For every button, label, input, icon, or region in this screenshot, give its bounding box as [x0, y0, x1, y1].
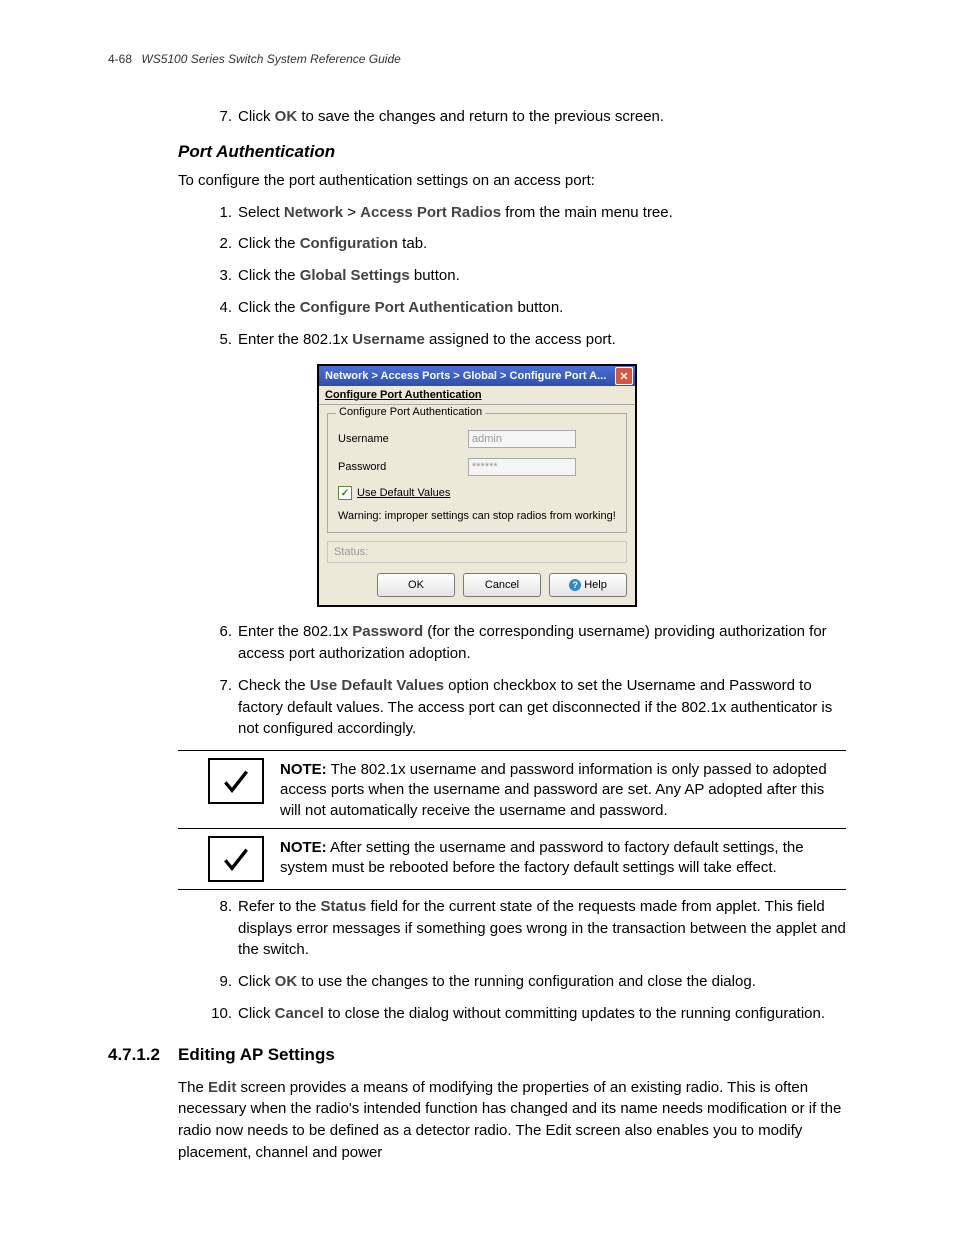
note-block: NOTE: After setting the username and pas…	[178, 829, 846, 889]
list-item: 8.Refer to the Status field for the curr…	[208, 896, 846, 961]
fieldset-legend: Configure Port Authentication	[336, 406, 485, 418]
port-auth-intro: To configure the port authentication set…	[178, 170, 846, 192]
password-label: Password	[338, 461, 468, 473]
list-item: 4.Click the Configure Port Authenticatio…	[208, 297, 846, 319]
list-item: 2.Click the Configuration tab.	[208, 233, 846, 255]
port-auth-heading: Port Authentication	[178, 142, 846, 162]
status-field: Status:	[327, 541, 627, 563]
help-icon: ?	[569, 579, 581, 591]
fieldset: Configure Port Authentication Username P…	[327, 413, 627, 533]
list-item: 7. Click OK to save the changes and retu…	[208, 106, 846, 128]
close-icon[interactable]: ✕	[615, 367, 633, 385]
checkmark-icon	[208, 836, 264, 882]
default-values-checkbox[interactable]: ✓ Use Default Values	[338, 486, 616, 500]
checkbox-icon: ✓	[338, 486, 352, 500]
dialog-subtitle: Configure Port Authentication	[319, 386, 635, 405]
checkmark-icon	[208, 758, 264, 804]
list-item: 10.Click Cancel to close the dialog with…	[208, 1003, 846, 1025]
doc-title: WS5100 Series Switch System Reference Gu…	[141, 52, 400, 66]
list-item: 7.Check the Use Default Values option ch…	[208, 675, 846, 740]
page-header: 4-68 WS5100 Series Switch System Referen…	[108, 52, 846, 66]
list-item: 6.Enter the 802.1x Password (for the cor…	[208, 621, 846, 665]
section-para: The Edit screen provides a means of modi…	[178, 1077, 846, 1164]
dialog-titlebar: Network > Access Ports > Global > Config…	[319, 366, 635, 386]
help-button[interactable]: ? Help	[549, 573, 627, 597]
section-title: Editing AP Settings	[178, 1045, 335, 1065]
username-label: Username	[338, 433, 468, 445]
dialog-title-text: Network > Access Ports > Global > Config…	[325, 370, 606, 382]
list-item: 5.Enter the 802.1x Username assigned to …	[208, 329, 846, 351]
ok-button[interactable]: OK	[377, 573, 455, 597]
page-number: 4-68	[108, 52, 132, 66]
password-input[interactable]	[468, 458, 576, 476]
list-item: 3.Click the Global Settings button.	[208, 265, 846, 287]
list-item: 9.Click OK to use the changes to the run…	[208, 971, 846, 993]
warning-text: Warning: improper settings can stop radi…	[338, 510, 616, 522]
config-port-auth-dialog: Network > Access Ports > Global > Config…	[317, 364, 637, 607]
section-number: 4.7.1.2	[108, 1045, 178, 1065]
username-input[interactable]	[468, 430, 576, 448]
list-item: 1.Select Network > Access Port Radios fr…	[208, 202, 846, 224]
note-block: NOTE: The 802.1x username and password i…	[178, 751, 846, 828]
section-heading: 4.7.1.2 Editing AP Settings	[108, 1045, 846, 1065]
cancel-button[interactable]: Cancel	[463, 573, 541, 597]
